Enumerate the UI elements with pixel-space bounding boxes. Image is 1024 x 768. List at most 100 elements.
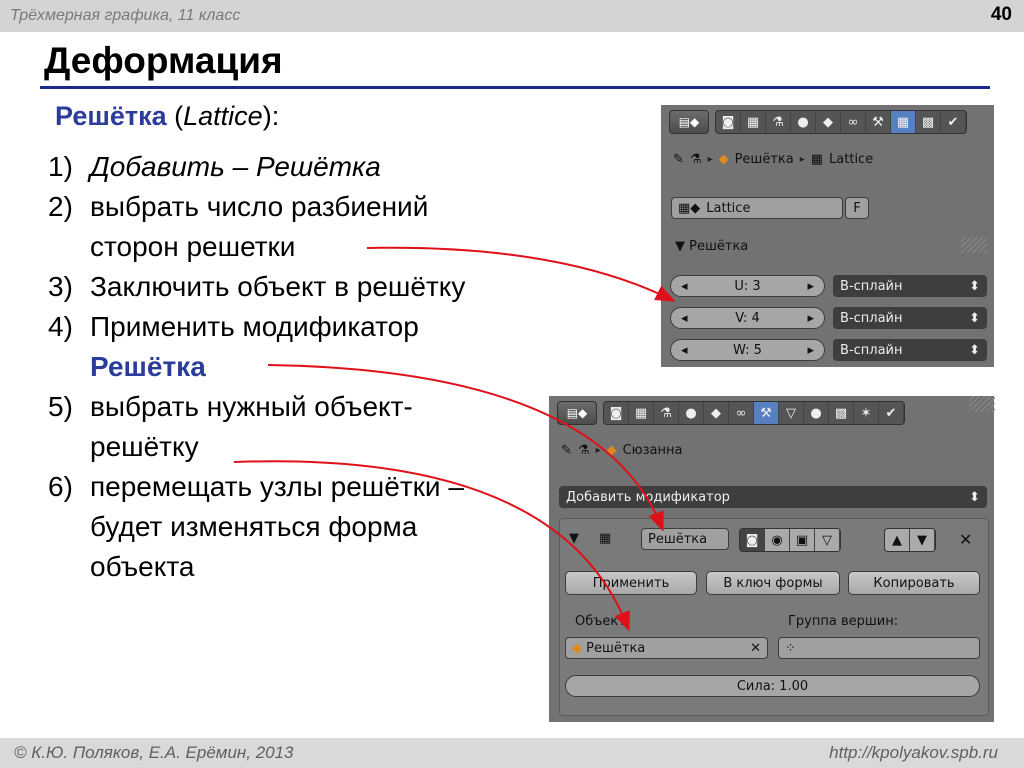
updown-icon: ⬍	[969, 310, 980, 326]
editor-type-button[interactable]: ▤◆	[669, 110, 709, 134]
camera-icon[interactable]: ◙	[740, 529, 765, 551]
vertex-group-field[interactable]: ⁘	[778, 637, 980, 659]
modifier-wrench-icon[interactable]: ⚒	[754, 402, 779, 424]
texture-icon[interactable]: ▩	[916, 111, 941, 133]
pin-icon[interactable]: ✎	[561, 443, 572, 458]
steps-list: 1) Добавить – Решётка 2) выбрать число р…	[48, 147, 465, 587]
cage-icon[interactable]: ▽	[815, 529, 840, 551]
chevron-right-icon: ▸	[707, 154, 713, 165]
lattice-icon: ▦	[599, 531, 612, 546]
course-subtitle: Трёхмерная графика, 11 класс	[10, 7, 241, 24]
particles-icon[interactable]: ✶	[854, 402, 879, 424]
object-label: Объект:	[575, 614, 631, 629]
panel-corner-handle[interactable]	[969, 396, 995, 412]
slide-header: Трёхмерная графика, 11 класс 40	[0, 0, 1024, 32]
render-layers-icon[interactable]: ▦	[741, 111, 766, 133]
modifier-wrench-icon[interactable]: ⚒	[866, 111, 891, 133]
editor-type-button[interactable]: ▤◆	[557, 401, 597, 425]
list-item: 5) выбрать нужный объект-	[48, 387, 465, 427]
lattice-data-icon[interactable]: ▦	[891, 111, 916, 133]
chevron-right-icon[interactable]: ▸	[807, 279, 814, 294]
render-icon[interactable]: ◙	[604, 402, 629, 424]
step-text: Добавить – Решётка	[90, 151, 381, 182]
clear-icon[interactable]: ✕	[750, 641, 761, 656]
physics-icon[interactable]: ✔	[941, 111, 966, 133]
scene-icon[interactable]: ⚗	[654, 402, 679, 424]
to-shape-label: В ключ формы	[723, 575, 823, 591]
modifier-name-field[interactable]: Решётка	[641, 528, 729, 550]
world-icon[interactable]: ●	[679, 402, 704, 424]
w-interpolation-select[interactable]: B-сплайн ⬍	[833, 339, 987, 361]
scene-icon[interactable]: ⚗	[766, 111, 791, 133]
object-icon[interactable]: ◆	[816, 111, 841, 133]
copy-label: Копировать	[873, 575, 955, 591]
physics-icon[interactable]: ✔	[879, 402, 904, 424]
texture-icon[interactable]: ▩	[829, 402, 854, 424]
cube-icon: ◆	[606, 443, 617, 458]
constraints-icon[interactable]: ∞	[729, 402, 754, 424]
v-subdivisions-field[interactable]: ◂ V: 4 ▸	[670, 307, 825, 329]
pin-icon[interactable]: ✎	[673, 152, 684, 167]
w-subdivisions-field[interactable]: ◂ W: 5 ▸	[670, 339, 825, 361]
lattice-datablock-field[interactable]: ▦◆ Lattice	[671, 197, 843, 219]
breadcrumb: ✎ ⚗ ▸ ◆ Решётка ▸ ▦ Lattice	[673, 152, 879, 167]
step-continuation: сторон решетки	[90, 231, 296, 262]
chevron-left-icon[interactable]: ◂	[681, 279, 688, 294]
site-url[interactable]: http://kpolyakov.spb.ru	[829, 743, 998, 763]
mesh-data-icon[interactable]: ▽	[779, 402, 804, 424]
w-value: W: 5	[733, 342, 762, 358]
step-number: 5)	[48, 391, 73, 422]
constraints-icon[interactable]: ∞	[841, 111, 866, 133]
object-icon[interactable]: ◆	[704, 402, 729, 424]
chevron-right-icon[interactable]: ▸	[807, 343, 814, 358]
chevron-right-icon[interactable]: ▸	[807, 311, 814, 326]
lead-open: (	[166, 101, 184, 131]
list-item: 2) выбрать число разбиений	[48, 187, 465, 227]
chevron-left-icon[interactable]: ◂	[681, 343, 688, 358]
chevron-right-icon: ▸	[595, 445, 601, 456]
scene-icon: ⚗	[577, 443, 590, 458]
u-value: U: 3	[734, 278, 761, 294]
add-modifier-select[interactable]: Добавить модификатор ⬍	[559, 486, 987, 508]
strength-slider[interactable]: Сила: 1.00	[565, 675, 980, 697]
eye-icon[interactable]: ◉	[765, 529, 790, 551]
to-shape-key-button[interactable]: В ключ формы	[706, 571, 840, 595]
modifier-header: ▼ ▦	[569, 531, 617, 546]
cube-icon: ◆	[572, 640, 582, 656]
lattice-section-header[interactable]: ▼ Решётка	[675, 239, 748, 254]
strength-value: Сила: 1.00	[736, 678, 809, 694]
step-text: выбрать нужный объект-	[90, 391, 413, 422]
close-icon[interactable]: ✕	[959, 530, 972, 549]
v-interp-value: B-сплайн	[840, 310, 903, 326]
move-down-icon[interactable]: ▼	[910, 529, 935, 551]
render-icon[interactable]: ◙	[716, 111, 741, 133]
apply-button[interactable]: Применить	[565, 571, 697, 595]
vertex-group-label: Группа вершин:	[788, 614, 899, 629]
updown-icon: ⬍	[969, 342, 980, 358]
render-layers-icon[interactable]: ▦	[629, 402, 654, 424]
copy-button[interactable]: Копировать	[848, 571, 980, 595]
title-divider	[40, 86, 990, 89]
breadcrumb-object: Сюзанна	[622, 443, 683, 458]
v-interpolation-select[interactable]: B-сплайн ⬍	[833, 307, 987, 329]
step-number: 6)	[48, 471, 73, 502]
chevron-left-icon[interactable]: ◂	[681, 311, 688, 326]
u-interpolation-select[interactable]: B-сплайн ⬍	[833, 275, 987, 297]
world-icon[interactable]: ●	[791, 111, 816, 133]
object-field[interactable]: ◆ Решётка ✕	[565, 637, 768, 659]
breadcrumb-object: Решётка	[734, 152, 794, 167]
panel-drag-handle[interactable]	[961, 237, 987, 253]
chevron-right-icon: ▸	[799, 154, 805, 165]
fake-user-button[interactable]: F	[845, 197, 869, 219]
triangle-down-icon[interactable]: ▼	[569, 531, 579, 546]
scene-icon: ⚗	[689, 152, 702, 167]
move-up-icon[interactable]: ▲	[885, 529, 910, 551]
properties-toolbar: ▤◆ ◙ ▦ ⚗ ● ◆ ∞ ⚒ ▦ ▩ ✔	[669, 109, 967, 135]
updown-icon: ⬍	[969, 278, 980, 294]
updown-icon: ⬍	[969, 489, 980, 505]
material-icon[interactable]: ●	[804, 402, 829, 424]
editmode-icon[interactable]: ▣	[790, 529, 815, 551]
u-subdivisions-field[interactable]: ◂ U: 3 ▸	[670, 275, 825, 297]
section-title: Решётка	[689, 239, 749, 254]
page-number: 40	[990, 4, 1012, 25]
